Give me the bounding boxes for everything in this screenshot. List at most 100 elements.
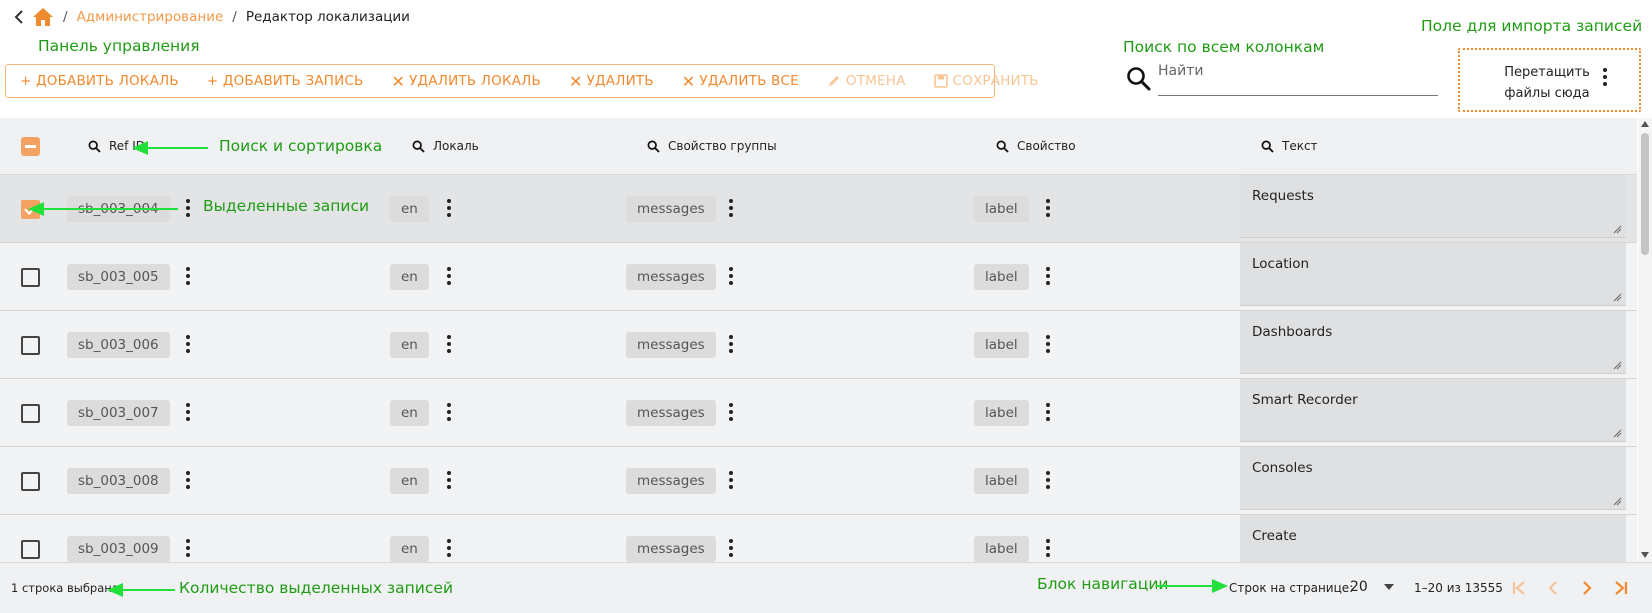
page-range-text: 1–20 из 13555 — [1414, 581, 1503, 595]
kebab-menu-icon[interactable] — [1045, 267, 1051, 287]
row-checkbox[interactable] — [21, 472, 40, 491]
row-checkbox[interactable] — [21, 336, 40, 355]
vertical-scrollbar[interactable] — [1638, 118, 1652, 562]
annotation-selected-count: Количество выделенных записей — [179, 579, 454, 597]
table-row[interactable]: sb_003_008 en messages label Consoles — [0, 447, 1637, 515]
scrollbar-thumb[interactable] — [1641, 133, 1649, 255]
kebab-menu-icon[interactable] — [1045, 539, 1051, 559]
resize-grip-icon[interactable] — [1613, 429, 1622, 438]
kebab-menu-icon[interactable] — [185, 267, 191, 287]
table-row[interactable]: sb_003_009 en messages label Create — [0, 515, 1637, 562]
text-field[interactable]: Dashboards — [1240, 311, 1626, 374]
kebab-menu-icon[interactable] — [728, 335, 734, 355]
rows-per-page-select[interactable]: 20 — [1350, 574, 1398, 600]
text-field[interactable]: Create — [1240, 515, 1626, 562]
table-row[interactable]: sb_003_005 en messages label Location — [0, 243, 1637, 311]
text-value: Consoles — [1252, 460, 1313, 476]
ref-id-chip: sb_003_008 — [67, 468, 170, 494]
table-row[interactable]: sb_003_006 en messages label Dashboards — [0, 311, 1637, 379]
text-value: Location — [1252, 256, 1310, 272]
dropdown-arrow-icon — [1384, 584, 1394, 590]
text-field[interactable]: Smart Recorder — [1240, 379, 1626, 442]
locale-chip: en — [390, 468, 429, 494]
kebab-menu-icon[interactable] — [446, 335, 452, 355]
kebab-menu-icon[interactable] — [446, 471, 452, 491]
breadcrumb: / Администрирование / Редактор локализац… — [14, 6, 410, 28]
breadcrumb-admin-link[interactable]: Администрирование — [77, 9, 224, 25]
next-page-icon[interactable] — [1576, 577, 1598, 599]
delete-button[interactable]: ✕ УДАЛИТЬ — [555, 65, 668, 97]
annotation-selected-records: Выделенные записи — [203, 197, 370, 215]
back-chevron-icon[interactable] — [14, 10, 24, 24]
ref-id-chip: sb_003_007 — [67, 400, 170, 426]
add-locale-button[interactable]: + ДОБАВИТЬ ЛОКАЛЬ — [6, 65, 193, 97]
kebab-menu-icon[interactable] — [446, 267, 452, 287]
kebab-menu-icon[interactable] — [1045, 403, 1051, 423]
ref-id-chip: sb_003_005 — [67, 264, 170, 290]
kebab-menu-icon[interactable] — [1045, 199, 1051, 219]
search-input[interactable] — [1158, 58, 1438, 96]
select-all-checkbox[interactable] — [21, 137, 40, 156]
kebab-menu-icon[interactable] — [728, 471, 734, 491]
resize-grip-icon[interactable] — [1613, 293, 1622, 302]
import-dropzone[interactable]: Перетащить файлы сюда — [1458, 48, 1641, 112]
delete-locale-button[interactable]: ✕ УДАЛИТЬ ЛОКАЛЬ — [378, 65, 555, 97]
search-icon[interactable] — [412, 140, 425, 153]
row-checkbox[interactable] — [21, 540, 40, 559]
kebab-menu-icon[interactable] — [1045, 335, 1051, 355]
scroll-down-icon[interactable] — [1641, 552, 1649, 558]
row-checkbox[interactable] — [21, 404, 40, 423]
save-disk-icon — [933, 74, 948, 88]
close-x-icon: ✕ — [681, 71, 696, 91]
text-field[interactable]: Requests — [1240, 175, 1626, 238]
kebab-menu-icon[interactable] — [728, 199, 734, 219]
kebab-menu-icon[interactable] — [446, 403, 452, 423]
prev-page-icon[interactable] — [1542, 577, 1564, 599]
text-value: Dashboards — [1252, 324, 1333, 340]
search-icon[interactable] — [1261, 140, 1274, 153]
cancel-button[interactable]: ОТМЕНА — [813, 65, 920, 97]
locale-chip: en — [390, 332, 429, 358]
kebab-menu-icon[interactable] — [446, 539, 452, 559]
kebab-menu-icon[interactable] — [728, 267, 734, 287]
rows-per-page-label: Строк на странице: — [1229, 581, 1354, 595]
kebab-menu-icon[interactable] — [185, 539, 191, 559]
kebab-menu-icon[interactable] — [185, 335, 191, 355]
column-property[interactable]: Свойство — [996, 118, 1076, 174]
scroll-up-icon[interactable] — [1641, 121, 1649, 127]
text-field[interactable]: Consoles — [1240, 447, 1626, 510]
resize-grip-icon[interactable] — [1613, 497, 1622, 506]
pencil-icon — [828, 76, 839, 86]
first-page-icon[interactable] — [1508, 577, 1530, 599]
column-group-property[interactable]: Свойство группы — [647, 118, 777, 174]
last-page-icon[interactable] — [1610, 577, 1632, 599]
text-field[interactable]: Location — [1240, 243, 1626, 306]
row-checkbox[interactable] — [21, 268, 40, 287]
control-toolbar: + ДОБАВИТЬ ЛОКАЛЬ + ДОБАВИТЬ ЗАПИСЬ ✕ УД… — [5, 64, 1039, 98]
search-icon[interactable] — [647, 140, 660, 153]
column-text-label: Текст — [1282, 139, 1318, 153]
add-record-button[interactable]: + ДОБАВИТЬ ЗАПИСЬ — [193, 65, 378, 97]
annotation-arrow — [132, 141, 208, 155]
kebab-menu-icon[interactable] — [185, 471, 191, 491]
kebab-menu-icon[interactable] — [185, 403, 191, 423]
delete-label: УДАЛИТЬ — [586, 73, 654, 89]
kebab-menu-icon[interactable] — [728, 403, 734, 423]
resize-grip-icon[interactable] — [1613, 225, 1622, 234]
annotation-navigation: Блок навигации — [1037, 575, 1169, 593]
column-locale[interactable]: Локаль — [412, 118, 479, 174]
kebab-menu-icon[interactable] — [1602, 68, 1608, 88]
home-icon[interactable] — [32, 7, 54, 27]
table-row[interactable]: sb_003_007 en messages label Smart Recor… — [0, 379, 1637, 447]
save-button[interactable]: СОХРАНИТЬ — [920, 65, 1053, 97]
kebab-menu-icon[interactable] — [446, 199, 452, 219]
search-icon[interactable] — [88, 140, 101, 153]
search-icon[interactable] — [996, 140, 1009, 153]
selected-count-text: 1 строка выбрана — [11, 581, 119, 595]
kebab-menu-icon[interactable] — [728, 539, 734, 559]
kebab-menu-icon[interactable] — [1045, 471, 1051, 491]
delete-all-button[interactable]: ✕ УДАЛИТЬ ВСЕ — [668, 65, 813, 97]
column-text[interactable]: Текст — [1261, 118, 1318, 174]
kebab-menu-icon[interactable] — [185, 199, 191, 219]
resize-grip-icon[interactable] — [1613, 361, 1622, 370]
